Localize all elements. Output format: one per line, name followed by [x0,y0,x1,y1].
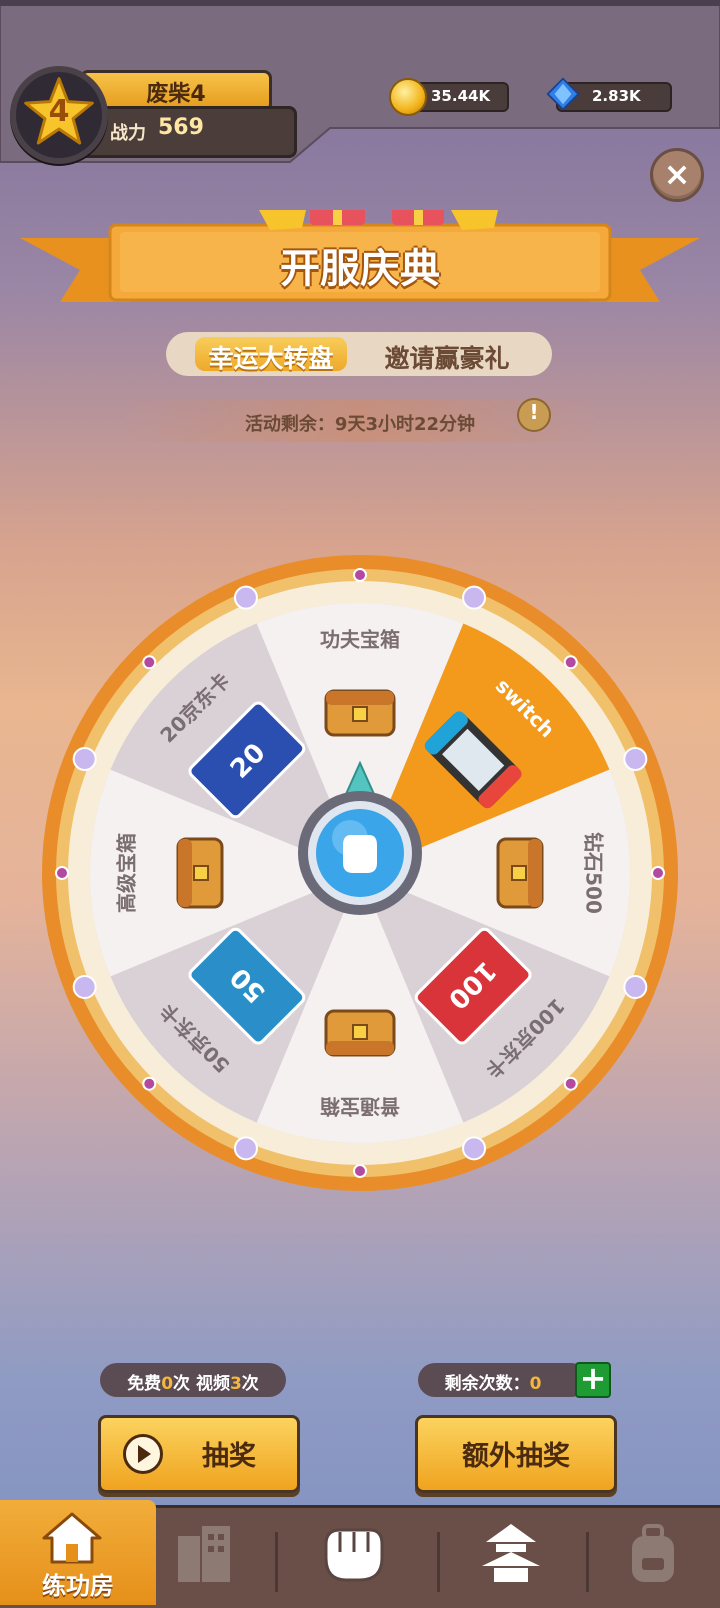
video-count: 3 [229,1374,242,1394]
nav-divider [275,1532,278,1592]
rim-dot [233,1136,258,1161]
coin-icon [389,78,427,116]
power-bar: 战力 569 [80,106,297,158]
rim-dot [563,1076,578,1091]
coin-value: 35.44K [431,87,491,105]
remaining-label: 剩余次数： [444,1374,530,1394]
advanced-chest-icon [176,837,224,909]
backpack-icon[interactable] [618,1522,688,1586]
normal-chest-icon [324,1009,396,1057]
draw-button-label: 抽奖 [202,1441,256,1472]
free-mid: 次 视频 [173,1374,230,1394]
rim-dot [462,585,487,610]
add-attempts-button[interactable]: + [575,1359,611,1398]
remaining-value: 0 [529,1374,542,1394]
diamond-chest-icon [496,837,544,909]
coin-counter[interactable]: 35.44K [389,78,509,116]
close-icon: × [663,155,691,193]
rim-dot [142,1076,157,1091]
remaining-text: 剩余次数：0 [408,1369,578,1394]
remaining-counter: 剩余次数：0 [418,1363,588,1397]
power-value: 569 [158,115,204,140]
extra-draw-button[interactable]: 额外抽奖 [415,1415,617,1493]
fist-icon [343,835,377,873]
free-counter-text: 免费0次 视频3次 [100,1369,286,1394]
player-level: 4 [48,94,70,129]
rim-dot [72,746,97,771]
rim-dot [623,746,648,771]
house-icon [42,1512,102,1564]
nav-divider [437,1532,440,1592]
nav-training-room[interactable]: 练功房 [0,1500,156,1605]
building-icon[interactable] [168,1522,238,1586]
player-name: 废柴4 [146,82,206,107]
wheel-segment-label: 功夫宝箱 [320,628,400,652]
rim-dot [353,1164,367,1178]
rim-dot [233,585,258,610]
wheel-segment-label: 高级宝箱 [115,833,139,913]
extra-draw-button-label: 额外抽奖 [462,1441,570,1472]
banner-title: 开服庆典 [280,246,440,292]
rim-dot [651,866,665,880]
gem-value: 2.83K [592,87,641,105]
free-prefix: 免费 [127,1374,162,1394]
free-counter: 免费0次 视频3次 [100,1363,286,1397]
info-button[interactable]: ! [517,398,551,432]
close-button[interactable]: × [650,148,704,202]
pagoda-icon[interactable] [476,1522,546,1586]
kungfu-chest-icon [324,689,396,737]
nav-divider [586,1532,589,1592]
rim-dot [142,655,157,670]
plus-icon: + [579,1359,607,1397]
diamond-icon [546,77,580,111]
nav-training-room-label: 练功房 [42,1572,114,1600]
rim-dot [353,568,367,582]
free-suffix: 次 [241,1374,259,1394]
fist-nav-icon[interactable] [318,1522,388,1586]
gem-counter[interactable]: 2.83K [546,77,672,112]
tab-invite-label: 邀请赢豪礼 [384,344,510,373]
prize-wheel: 功夫宝箱switch钻石500100京东卡100普通宝箱50京东卡50高级宝箱2… [42,555,678,1191]
rim-dot [55,866,69,880]
rim-dot [623,975,648,1000]
tab-invite[interactable]: 邀请赢豪礼 [362,337,532,373]
player-avatar[interactable]: 4 [10,66,108,164]
power-label: 战力 [110,123,146,144]
rim-dot [72,975,97,1000]
info-icon: ! [529,400,539,424]
draw-button[interactable]: 抽奖 [98,1415,300,1493]
free-count: 0 [161,1374,174,1394]
wheel-segment-label: 钻石500 [582,832,606,914]
tab-lucky-wheel[interactable]: 幸运大转盘 [195,337,347,373]
rim-dot [462,1136,487,1161]
wheel-segment-label: 普通宝箱 [320,1095,400,1119]
tab-lucky-wheel-label: 幸运大转盘 [208,344,334,373]
rim-dot [563,655,578,670]
